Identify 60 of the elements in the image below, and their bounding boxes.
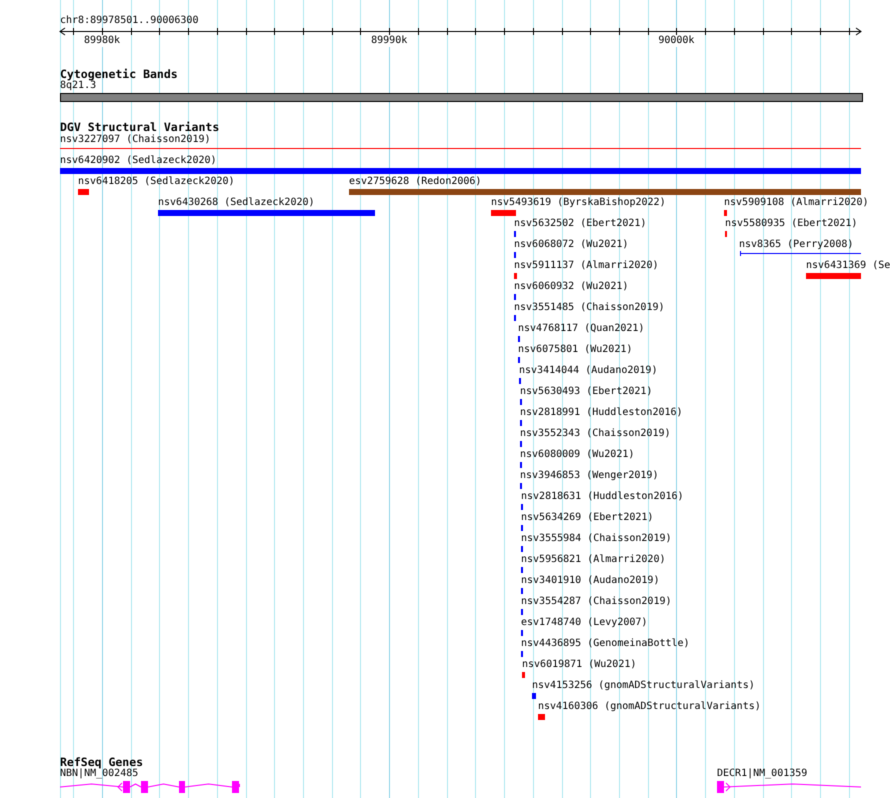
variant-label: nsv4768117 (Quan2021): [518, 323, 644, 335]
variant-label: nsv2818631 (Huddleston2016): [521, 491, 684, 503]
variant-label: nsv6080009 (Wu2021): [520, 449, 634, 461]
track-title: Cytogenetic Bands: [60, 67, 178, 81]
variant-label: nsv3555984 (Chaisson2019): [521, 533, 672, 545]
gene-label: DECR1|NM_001359: [717, 768, 808, 780]
variant-label: esv1748740 (Levy2007): [521, 617, 648, 629]
variant-label: nsv5493619 (ByrskaBishop2022): [491, 197, 666, 209]
variant-label: nsv5911137 (Almarri2020): [514, 260, 658, 272]
variant-line[interactable]: [740, 251, 861, 256]
variant-label: nsv6075801 (Wu2021): [518, 344, 632, 356]
variant-label: nsv3551485 (Chaisson2019): [514, 302, 665, 314]
variant-label: nsv6418205 (Sedlazeck2020): [78, 176, 235, 188]
band-label: 8q21.3: [60, 80, 96, 91]
tick-label: 90000k: [658, 35, 694, 47]
variant-bar[interactable]: [806, 273, 861, 279]
locus-label: chr8:89978501..90006300: [60, 15, 198, 26]
variant-label: nsv3552343 (Chaisson2019): [520, 428, 671, 440]
variant-label: nsv4153256 (gnomADStructuralVariants): [532, 680, 755, 692]
variant-label: nsv5956821 (Almarri2020): [521, 554, 666, 566]
gene-drawing[interactable]: [717, 781, 861, 793]
gene-label: NBN|NM_002485: [60, 768, 138, 780]
variant-label: nsv6420902 (Sedlazeck2020): [60, 155, 217, 167]
tick-label: 89990k: [371, 35, 408, 47]
variant-label: nsv6060932 (Wu2021): [514, 281, 628, 293]
variant-label: nsv2818991 (Huddleston2016): [520, 407, 683, 419]
gene-drawing[interactable]: [60, 781, 240, 793]
chromosome-band[interactable]: [60, 93, 863, 102]
variant-label: nsv3946853 (Wenger2019): [520, 470, 658, 482]
variant-label: nsv5632502 (Ebert2021): [514, 218, 646, 230]
variant-bar[interactable]: [724, 210, 727, 216]
variant-label: nsv3554287 (Chaisson2019): [521, 596, 672, 608]
tick-label: 89980k: [84, 35, 120, 47]
variant-bar[interactable]: [60, 168, 861, 174]
variant-label: nsv6431369 (Se: [806, 260, 890, 272]
variant-bar[interactable]: [349, 189, 861, 195]
variant-label: esv2759628 (Redon2006): [349, 176, 482, 188]
variant-label: nsv8365 (Perry2008): [739, 239, 854, 251]
variant-label: nsv3227097 (Chaisson2019): [60, 134, 211, 146]
variant-label: nsv4160306 (gnomADStructuralVariants): [538, 701, 761, 713]
variant-bar[interactable]: [78, 189, 89, 195]
variant-bar[interactable]: [514, 273, 517, 279]
variant-label: nsv5909108 (Almarri2020): [724, 197, 868, 209]
variant-bar[interactable]: [532, 693, 536, 699]
variant-bar[interactable]: [538, 714, 545, 720]
variant-label: nsv4436895 (GenomeinaBottle): [521, 638, 690, 650]
track-title: DGV Structural Variants: [60, 120, 220, 134]
variant-label: nsv5630493 (Ebert2021): [520, 386, 652, 398]
variant-label: nsv6068072 (Wu2021): [514, 239, 628, 251]
variant-label: nsv5634269 (Ebert2021): [521, 512, 654, 524]
variant-label: nsv5580935 (Ebert2021): [725, 218, 858, 230]
variant-label: nsv6430268 (Sedlazeck2020): [158, 197, 315, 209]
variant-bar[interactable]: [491, 210, 516, 216]
variant-line[interactable]: [60, 146, 861, 151]
variant-label: nsv3401910 (Audano2019): [521, 575, 660, 587]
track-title: RefSeq Genes: [60, 755, 144, 769]
variant-label: nsv3414044 (Audano2019): [519, 365, 658, 377]
variant-label: nsv6019871 (Wu2021): [522, 659, 636, 671]
variant-bar[interactable]: [522, 672, 525, 678]
variant-bar[interactable]: [158, 210, 375, 216]
